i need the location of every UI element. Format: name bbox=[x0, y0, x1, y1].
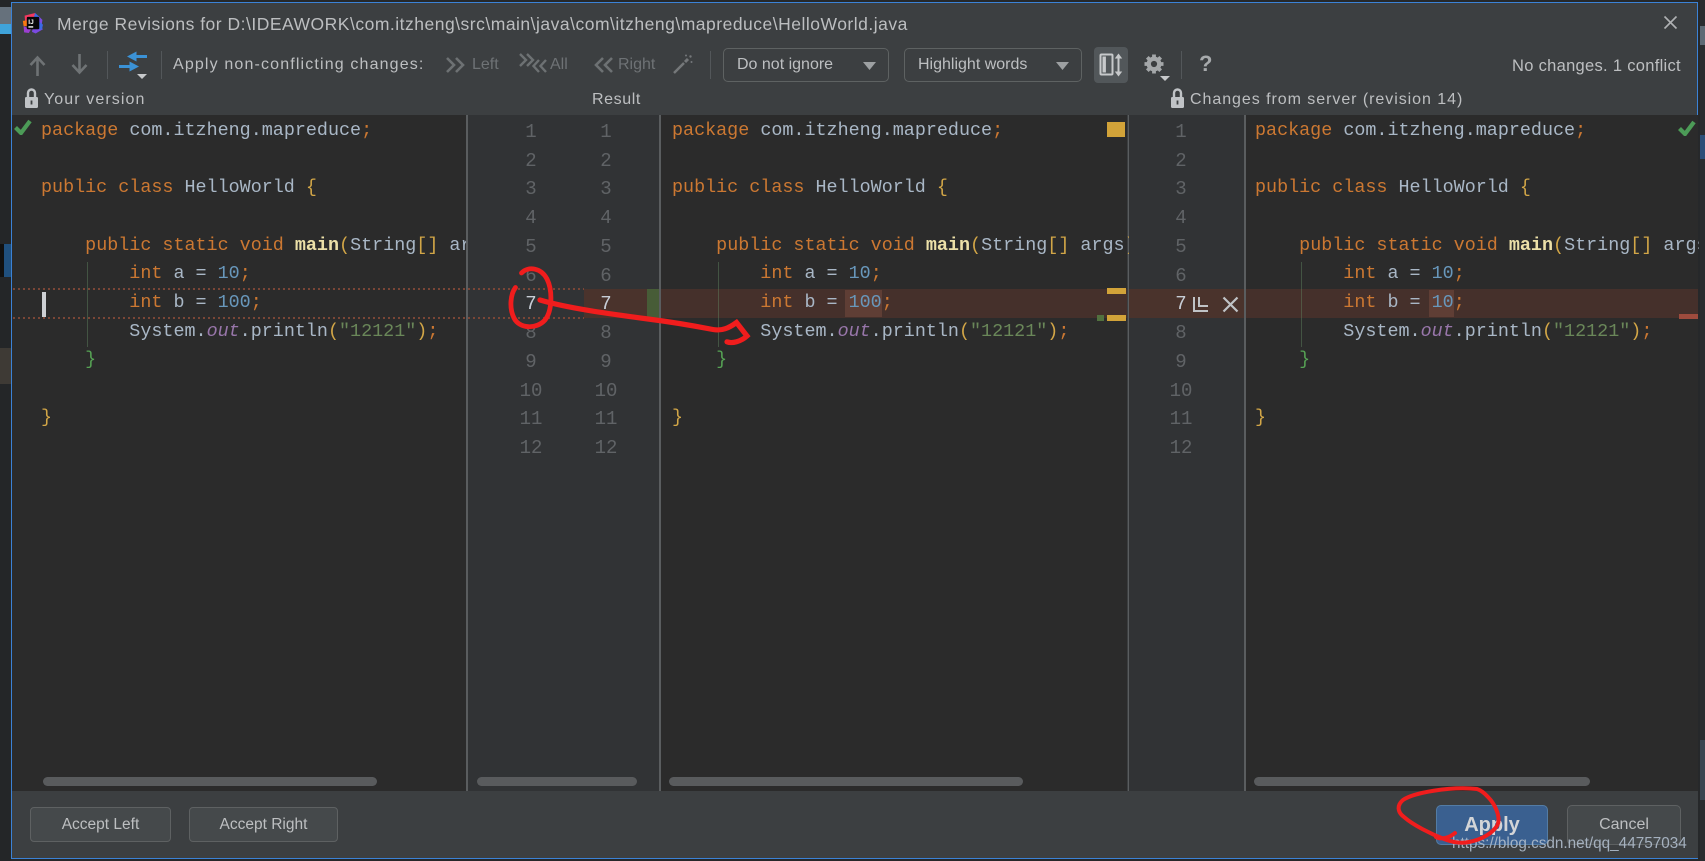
svg-text:IJ: IJ bbox=[28, 19, 34, 26]
